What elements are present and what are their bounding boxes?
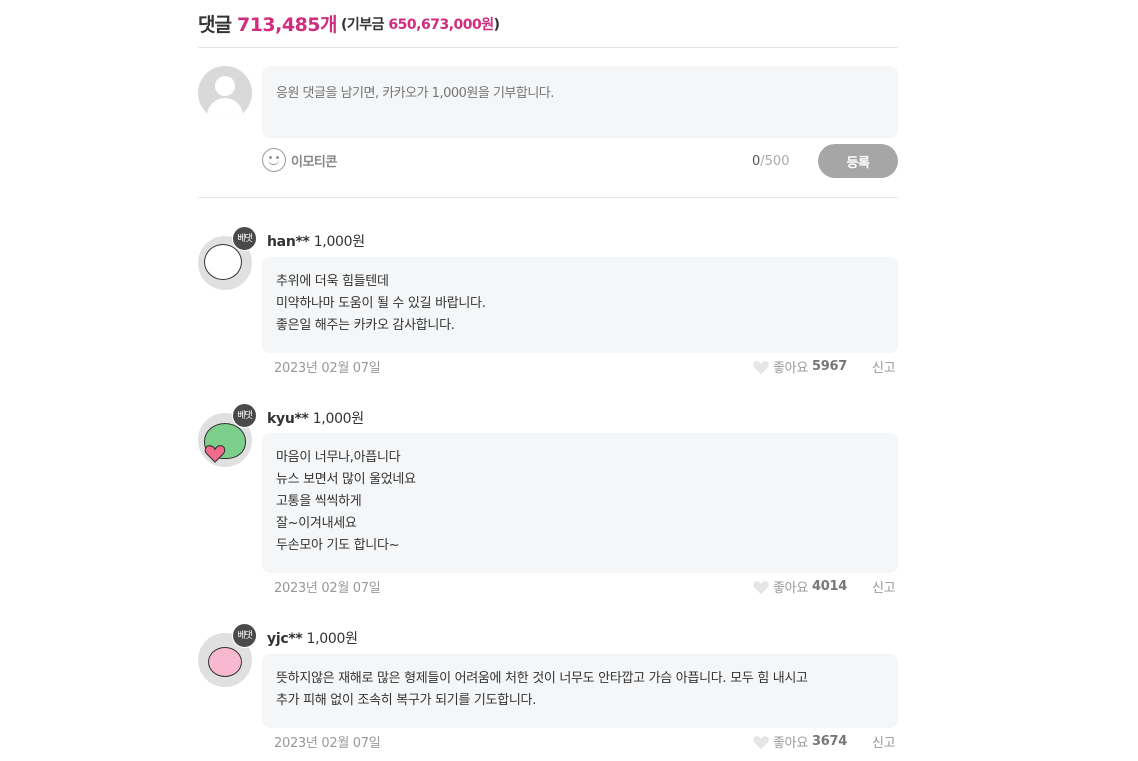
my-avatar (198, 66, 252, 120)
comment-write-area: 이모티콘 0/500 등록 (198, 48, 898, 198)
report-button[interactable]: 신고 (872, 732, 896, 751)
comment-line: 미약하나마 도움이 될 수 있길 바랍니다. (276, 296, 486, 311)
heart-icon (753, 735, 769, 749)
comment-header: 댓글 713,485개 (기부금 650,673,000원) (198, 0, 898, 48)
comment-body: 마음이 너무나,아픕니다 뉴스 보면서 많이 울었네요 고통을 씩씩하게 잘~이… (262, 433, 898, 573)
submit-button[interactable]: 등록 (818, 144, 898, 178)
username: han** (267, 234, 310, 250)
smile-icon (262, 148, 286, 172)
pink-rabbit-avatar (208, 647, 242, 677)
report-button[interactable]: 신고 (872, 577, 896, 596)
char-counter: 0/500 (752, 154, 789, 169)
comment-line: 뉴스 보면서 많이 울었네요 (276, 472, 416, 487)
like-count: 5967 (811, 359, 847, 374)
comment-author: kyu** 1,000원 (267, 408, 364, 428)
best-comment-badge: 베댓 (232, 403, 257, 428)
donation-amount: 1,000원 (306, 631, 358, 647)
white-character-avatar (204, 244, 242, 280)
report-button[interactable]: 신고 (872, 357, 896, 376)
comment-section: 댓글 713,485개 (기부금 650,673,000원) 이모티콘 0/50… (198, 0, 898, 751)
like-count: 4014 (811, 579, 847, 594)
comment-line: 추위에 더욱 힘들텐데 (276, 274, 389, 289)
like-button[interactable]: 좋아요 5967 (752, 357, 847, 376)
like-button[interactable]: 좋아요 4014 (752, 577, 847, 596)
like-label: 좋아요 (773, 361, 808, 376)
comment-count: 713,485개 (236, 14, 338, 36)
username: yjc** (267, 631, 303, 647)
comment-title: 댓글 (198, 14, 232, 36)
donation-amount: 650,673,000원 (388, 17, 494, 33)
heart-sticker-icon (204, 445, 226, 463)
like-label: 좋아요 (773, 581, 808, 596)
comment-line: 두손모아 기도 합니다~ (276, 538, 400, 553)
username: kyu** (267, 411, 309, 427)
donation-prefix: (기부금 (341, 17, 389, 33)
best-comment-badge: 베댓 (232, 623, 257, 648)
like-button[interactable]: 좋아요 3674 (752, 732, 847, 751)
comment-line: 좋은일 해주는 카카오 감사합니다. (276, 318, 455, 333)
comment-line: 잘~이겨내세요 (276, 516, 357, 531)
heart-icon (753, 360, 769, 374)
best-comment-badge: 베댓 (232, 226, 257, 251)
comment-author: han** 1,000원 (267, 231, 365, 251)
char-count-max: /500 (760, 154, 790, 169)
comment-date: 2023년 02월 07일 (274, 581, 381, 596)
like-count: 3674 (811, 734, 847, 749)
emoticon-label: 이모티콘 (291, 154, 337, 170)
avatar-body-shape (207, 98, 243, 120)
emoticon-button[interactable]: 이모티콘 (262, 148, 337, 172)
donation-amount: 1,000원 (313, 234, 365, 250)
donation-suffix: ) (493, 17, 500, 33)
comment-line: 뜻하지않은 재해로 많은 형제들이 어려움에 처한 것이 너무도 안타깝고 가슴… (276, 671, 808, 686)
comment-body: 추위에 더욱 힘들텐데 미약하나마 도움이 될 수 있길 바랍니다. 좋은일 해… (262, 257, 898, 353)
donation-amount: 1,000원 (312, 411, 364, 427)
comment-input[interactable] (262, 66, 898, 138)
avatar-head-shape (215, 76, 235, 96)
comment-date: 2023년 02월 07일 (274, 736, 381, 751)
like-label: 좋아요 (773, 736, 808, 751)
comment-body: 뜻하지않은 재해로 많은 형제들이 어려움에 처한 것이 너무도 안타깝고 가슴… (262, 654, 898, 728)
comment-author: yjc** 1,000원 (267, 628, 358, 648)
comment-line: 추가 피해 없이 조속히 복구가 되기를 기도합니다. (276, 693, 537, 708)
comment-date: 2023년 02월 07일 (274, 361, 381, 376)
comment-line: 고통을 씩씩하게 (276, 494, 362, 509)
comment-line: 마음이 너무나,아픕니다 (276, 450, 401, 465)
heart-icon (753, 580, 769, 594)
donation-total: (기부금 650,673,000원) (341, 14, 500, 34)
